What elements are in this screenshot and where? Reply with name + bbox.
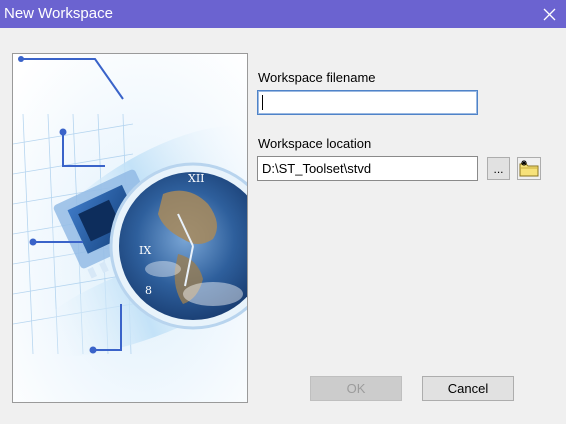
svg-text:8: 8	[145, 284, 152, 297]
close-icon	[543, 8, 555, 20]
workspace-filename-label: Workspace filename	[258, 70, 376, 85]
window-title: New Workspace	[4, 5, 113, 22]
browse-button[interactable]: ...	[487, 157, 510, 180]
wizard-illustration: XII IX 8	[12, 53, 248, 403]
cancel-button[interactable]: Cancel	[422, 376, 514, 401]
text-cursor	[262, 95, 263, 110]
new-folder-button[interactable]	[517, 157, 541, 180]
svg-text:IX: IX	[139, 244, 151, 257]
workspace-filename-input[interactable]	[257, 90, 478, 115]
workspace-location-label: Workspace location	[258, 136, 372, 151]
new-folder-icon	[519, 160, 539, 177]
title-bar: New Workspace	[0, 0, 566, 28]
workspace-location-input[interactable]: D:\ST_Toolset\stvd	[257, 156, 478, 181]
close-button[interactable]	[532, 0, 566, 28]
ok-button[interactable]: OK	[310, 376, 402, 401]
svg-text:XII: XII	[188, 172, 205, 185]
